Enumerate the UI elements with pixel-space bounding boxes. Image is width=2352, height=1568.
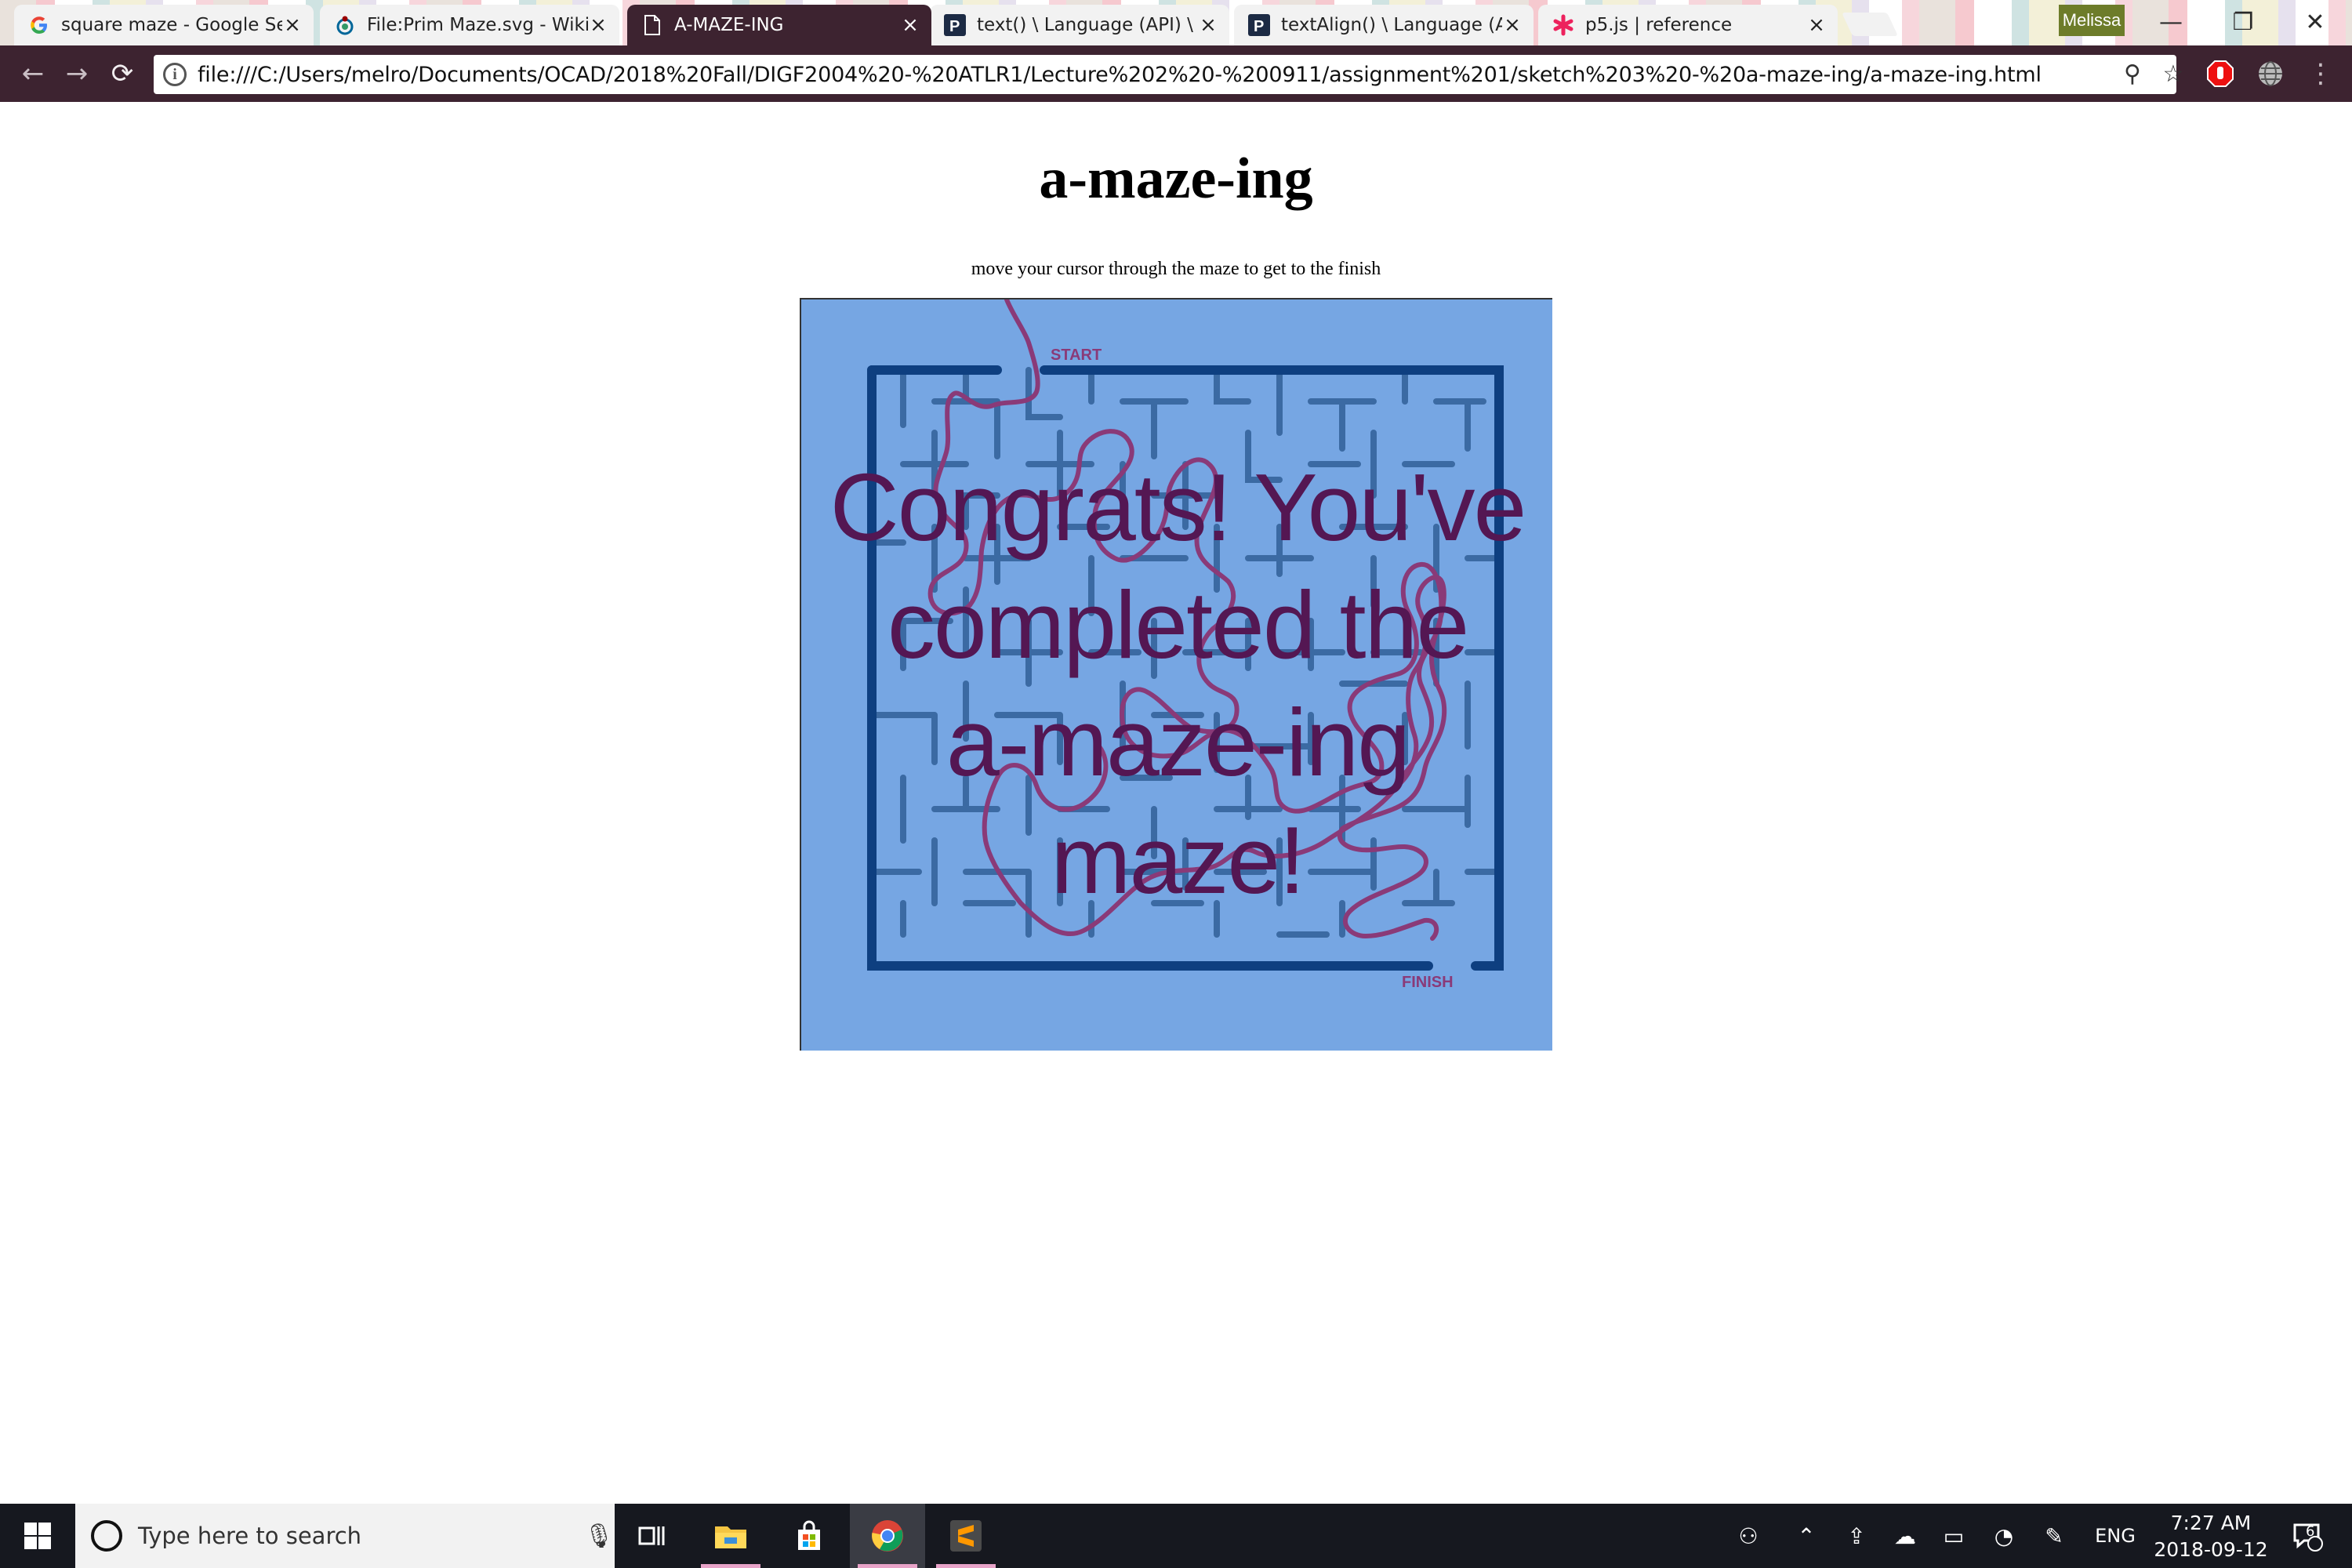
- tab-title: File:Prim Maze.svg - Wiki: [367, 15, 588, 35]
- windows-taskbar: Type here to search 🎙 ⚇ ⌃ ⇪ ☁ ▭ ◔ ✎ ENG …: [0, 1504, 2352, 1568]
- tab-google-search[interactable]: square maze - Google Se ×: [14, 5, 314, 45]
- clock-date: 2018-09-12: [2154, 1538, 2268, 1561]
- browser-toolbar: ← → ⟳ i file:///C:/Users/melro/Documents…: [0, 45, 2352, 102]
- back-arrow-icon[interactable]: ←: [17, 58, 49, 89]
- minimize-icon[interactable]: —: [2136, 0, 2206, 44]
- taskbar-clock[interactable]: 7:27 AM 2018-09-12: [2148, 1510, 2274, 1563]
- show-hidden-icons-chevron-icon[interactable]: ⌃: [1784, 1504, 1828, 1568]
- svg-text:P: P: [1254, 18, 1264, 35]
- wikimedia-icon: [334, 14, 356, 36]
- pen-workspace-icon[interactable]: ✎: [2032, 1504, 2076, 1568]
- svg-text:P: P: [949, 18, 960, 35]
- language-indicator[interactable]: ENG: [2085, 1504, 2145, 1568]
- maze-canvas[interactable]: START FINISH Congrats! You've completed t…: [800, 298, 1552, 1051]
- notification-count: 6: [2306, 1523, 2315, 1540]
- maze-start-label: START: [1051, 347, 1102, 364]
- tab-title: textAlign() \ Language (A: [1281, 15, 1502, 35]
- completion-message: Congrats! You've completed the a-maze-ing m…: [801, 448, 1552, 919]
- tab-strip: square maze - Google Se × File:Prim Maze…: [0, 0, 2352, 45]
- page-instructions: move your cursor through the maze to get…: [971, 259, 1381, 279]
- task-view-icon[interactable]: [615, 1504, 690, 1568]
- zoom-icon[interactable]: ⚲: [2117, 58, 2148, 89]
- close-icon[interactable]: ×: [1198, 13, 1218, 37]
- upload-icon[interactable]: ⇪: [1835, 1504, 1878, 1568]
- people-icon[interactable]: ⚇: [1725, 1504, 1772, 1568]
- action-center-icon[interactable]: 6: [2280, 1504, 2335, 1568]
- onedrive-cloud-icon[interactable]: ☁: [1883, 1504, 1927, 1568]
- document-icon: [641, 14, 663, 36]
- completion-message-line: Congrats! You've: [829, 454, 1527, 561]
- page-title: a-maze-ing: [1039, 147, 1313, 211]
- adblock-icon[interactable]: [2205, 58, 2236, 89]
- processing-icon: P: [1248, 14, 1270, 36]
- clock-time: 7:27 AM: [2170, 1512, 2252, 1534]
- close-icon[interactable]: ×: [1502, 13, 1523, 37]
- close-icon[interactable]: ×: [900, 13, 920, 37]
- address-bar[interactable]: i file:///C:/Users/melro/Documents/OCAD/…: [154, 55, 2176, 94]
- reload-icon[interactable]: ⟳: [107, 58, 138, 89]
- windows-start-icon[interactable]: [0, 1504, 75, 1568]
- tab-title: text() \ Language (API) \ P: [977, 15, 1198, 35]
- p5js-icon: [1552, 14, 1574, 36]
- restore-icon[interactable]: ❐: [2208, 0, 2278, 44]
- cortana-icon: [91, 1520, 122, 1552]
- tab-p5js-reference[interactable]: p5.js | reference ×: [1538, 5, 1838, 45]
- forward-arrow-icon[interactable]: →: [61, 58, 93, 89]
- close-icon[interactable]: ×: [1806, 13, 1827, 37]
- file-explorer-icon[interactable]: [693, 1504, 768, 1568]
- tab-wikimedia[interactable]: File:Prim Maze.svg - Wiki ×: [320, 5, 619, 45]
- completion-message-line: completed the: [887, 572, 1469, 678]
- taskbar-search-box[interactable]: Type here to search 🎙: [75, 1504, 615, 1568]
- chrome-icon[interactable]: [850, 1504, 925, 1568]
- close-icon[interactable]: ×: [282, 13, 303, 37]
- bookmark-star-icon[interactable]: ☆: [2158, 58, 2189, 89]
- tab-processing-text[interactable]: P text() \ Language (API) \ P ×: [930, 5, 1229, 45]
- tab-title: A-MAZE-ING: [674, 15, 784, 35]
- site-info-icon[interactable]: i: [163, 63, 187, 86]
- close-window-icon[interactable]: ✕: [2280, 0, 2350, 44]
- processing-icon: P: [944, 14, 966, 36]
- profile-button[interactable]: Melissa: [2059, 5, 2125, 36]
- completion-message-line: maze!: [1051, 807, 1305, 913]
- tab-processing-textalign[interactable]: P textAlign() \ Language (A ×: [1234, 5, 1534, 45]
- url-text[interactable]: file:///C:/Users/melro/Documents/OCAD/20…: [198, 63, 2042, 87]
- completion-message-line: a-maze-ing: [946, 689, 1410, 796]
- tab-title: square maze - Google Se: [61, 15, 282, 35]
- microphone-icon[interactable]: 🎙: [583, 1523, 615, 1550]
- google-icon: [28, 14, 50, 36]
- menu-dots-icon[interactable]: ⋮: [2305, 58, 2336, 89]
- sublime-text-icon[interactable]: [928, 1504, 1004, 1568]
- taskbar-search-placeholder[interactable]: Type here to search: [138, 1523, 583, 1549]
- close-icon[interactable]: ×: [588, 13, 608, 37]
- store-icon[interactable]: [771, 1504, 847, 1568]
- tab-title: p5.js | reference: [1585, 15, 1733, 35]
- maze-finish-label: FINISH: [1402, 974, 1454, 991]
- battery-icon[interactable]: ▭: [1932, 1504, 1976, 1568]
- tab-a-maze-ing[interactable]: A-MAZE-ING ×: [627, 5, 931, 45]
- wifi-icon[interactable]: ◔: [1982, 1504, 2026, 1568]
- globe-extension-icon[interactable]: [2255, 58, 2286, 89]
